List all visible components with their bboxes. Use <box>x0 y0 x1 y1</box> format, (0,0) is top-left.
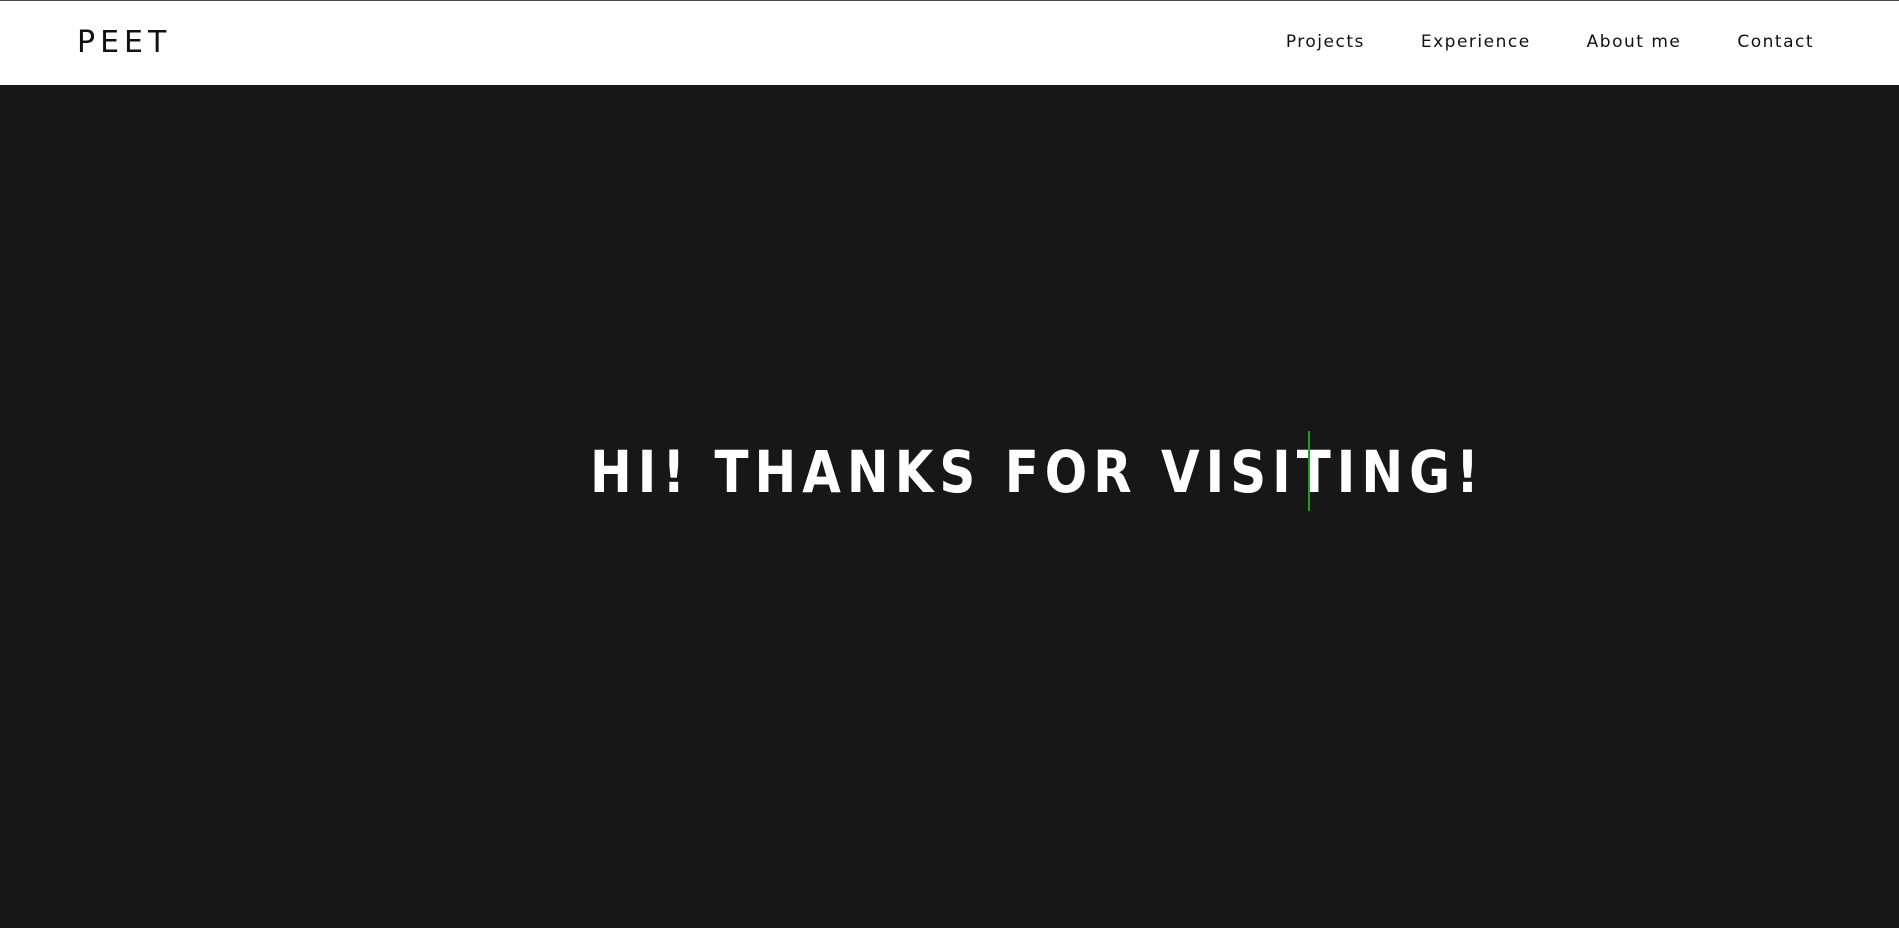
site-header: PEET Projects Experience About me Contac… <box>0 1 1899 85</box>
hero-section: HI! THANKS FOR VISITING! <box>0 85 1899 928</box>
nav-link-about-me[interactable]: About me <box>1587 30 1682 54</box>
hero-title-container: HI! THANKS FOR VISITING! <box>590 431 1631 513</box>
text-caret-icon <box>1308 431 1310 511</box>
site-logo[interactable]: PEET <box>77 23 171 63</box>
nav-item-about-me: About me <box>1587 30 1682 54</box>
nav-link-experience[interactable]: Experience <box>1421 30 1531 54</box>
main-navigation: Projects Experience About me Contact <box>1286 30 1814 54</box>
nav-item-projects: Projects <box>1286 30 1365 54</box>
hero-title: HI! THANKS FOR VISITING! <box>590 438 1485 506</box>
nav-item-experience: Experience <box>1421 30 1531 54</box>
nav-item-contact: Contact <box>1737 30 1814 54</box>
nav-link-projects[interactable]: Projects <box>1286 30 1365 54</box>
nav-link-contact[interactable]: Contact <box>1737 30 1814 54</box>
